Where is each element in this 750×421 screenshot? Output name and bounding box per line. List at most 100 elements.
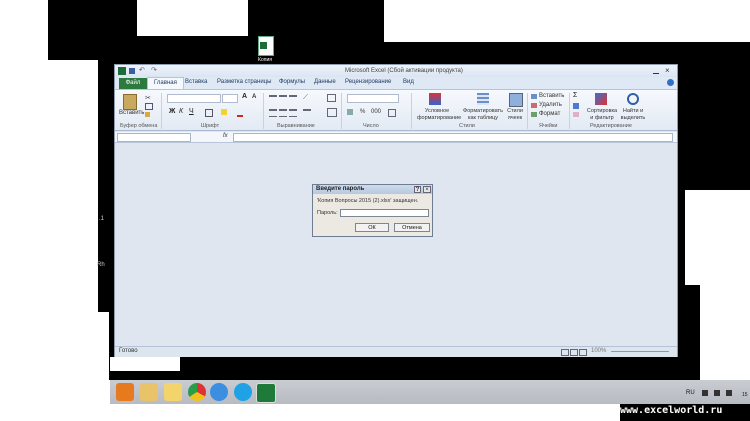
font-name-box[interactable] [167,94,221,103]
percent-button[interactable]: % [360,109,365,116]
conditional-format-button[interactable]: Условное форматирование [417,108,461,122]
folder-icon[interactable] [164,383,182,401]
cut-icon[interactable]: ✂ [145,94,151,102]
fill-icon[interactable] [573,103,579,109]
ribbon: Вставить ✂ Буфер обмена A A Ж К Ч Шрифт … [115,90,677,131]
borders-icon[interactable] [205,109,213,117]
tray-flag-icon[interactable] [702,390,708,396]
format-painter-icon[interactable] [145,112,150,117]
internet-explorer-icon[interactable] [210,383,228,401]
tab-insert[interactable]: Вставка [185,79,207,85]
format-cells-button[interactable]: Формат [539,111,560,118]
chrome-icon[interactable] [188,383,206,401]
name-box[interactable] [117,133,191,142]
format-cells-icon[interactable] [531,112,537,117]
insert-cells-icon[interactable] [531,94,537,99]
decimal-icon[interactable] [388,109,396,117]
dialog-close-button[interactable]: × [423,186,431,193]
find-select-icon[interactable] [627,93,639,105]
conditional-format-icon[interactable] [429,93,441,105]
group-editing: Редактирование [590,123,632,129]
fill-color-icon[interactable] [221,109,227,115]
divider [341,93,342,129]
tray-volume-icon[interactable] [726,390,732,396]
delete-cells-icon[interactable] [531,103,537,108]
underline-button[interactable]: Ч [189,108,194,116]
desktop-file-icon[interactable]: Копия [254,36,276,64]
tray-network-icon[interactable] [714,390,720,396]
tab-review[interactable]: Рецензирование [345,79,391,85]
divider [263,93,264,129]
align-right-icon[interactable] [289,109,297,117]
media-player-icon[interactable] [116,383,134,401]
close-button[interactable]: × [665,66,670,75]
sort-filter-icon[interactable] [595,93,607,105]
minimize-button[interactable] [653,68,659,74]
align-middle-icon[interactable] [279,95,287,102]
help-icon[interactable] [667,79,674,86]
background-patch [137,0,248,36]
dialog-help-button[interactable]: ? [414,186,421,193]
thousands-button[interactable]: 000 [371,109,381,116]
language-indicator[interactable]: RU [686,390,695,397]
undo-icon[interactable]: ↶ [139,66,145,74]
cancel-button[interactable]: Отмена [394,223,430,232]
copy-icon[interactable] [145,103,153,110]
format-table-button[interactable]: Форматировать как таблицу [461,108,505,122]
clear-icon[interactable] [573,112,579,117]
title-bar: ↶ ↷ Microsoft Excel (Сбой активации прод… [115,65,677,77]
font-size-down-button[interactable]: A [252,94,256,101]
tab-home[interactable]: Главная [147,77,184,89]
status-bar: Готово 100% [115,346,677,357]
sort-filter-button[interactable]: Сортировка и фильтр [585,108,619,122]
redo-icon[interactable]: ↷ [151,66,157,74]
formula-bar: fx [115,132,677,143]
workbook-area [115,143,677,346]
skype-icon[interactable] [234,383,252,401]
background-patch [110,357,180,371]
delete-cells-button[interactable]: Удалить [539,102,562,109]
fx-icon[interactable]: fx [223,133,228,140]
save-icon[interactable] [129,68,135,74]
format-table-icon[interactable] [477,93,489,105]
bold-button[interactable]: Ж [169,108,175,116]
font-size-box[interactable] [222,94,238,103]
ok-button[interactable]: ОК [355,223,389,232]
tab-file[interactable]: Файл [119,78,147,89]
normal-view-icon[interactable] [561,349,569,356]
find-select-button[interactable]: Найти и выделить [619,108,647,122]
orientation-icon[interactable]: ⟋ [303,94,308,102]
align-center-icon[interactable] [279,109,287,117]
page-layout-view-icon[interactable] [570,349,578,356]
merge-icon[interactable] [327,108,337,117]
align-top-icon[interactable] [269,95,277,102]
cell-styles-button[interactable]: Стили ячеек [503,108,527,122]
formula-input[interactable] [233,133,673,142]
excel-taskbar-icon[interactable] [256,383,276,403]
background-patch [0,60,98,330]
insert-cells-button[interactable]: Вставить [539,93,564,100]
window-title: Microsoft Excel (Сбой активации продукта… [345,68,463,74]
password-input[interactable] [340,209,429,217]
paste-icon[interactable] [123,94,137,110]
tab-formulas[interactable]: Формулы [279,79,305,85]
currency-icon[interactable] [347,109,353,115]
font-size-up-button[interactable]: A [242,93,247,101]
italic-button[interactable]: К [179,108,183,116]
font-color-icon[interactable] [237,109,243,117]
cell-styles-icon[interactable] [509,93,523,107]
wrap-text-icon[interactable] [327,94,336,102]
tab-data[interactable]: Данные [314,79,336,85]
zoom-slider[interactable] [611,351,669,352]
paste-button[interactable]: Вставить [119,110,144,117]
align-left-icon[interactable] [269,109,277,117]
align-bottom-icon[interactable] [289,95,297,102]
group-cells: Ячейки [539,123,558,129]
explorer-icon[interactable] [140,383,158,401]
number-format-box[interactable] [347,94,399,103]
page-break-view-icon[interactable] [579,349,587,356]
indent-icon[interactable] [303,109,311,116]
tab-page-layout[interactable]: Разметка страницы [217,79,271,85]
autosum-button[interactable]: Σ [573,92,577,100]
tab-view[interactable]: Вид [403,79,414,85]
